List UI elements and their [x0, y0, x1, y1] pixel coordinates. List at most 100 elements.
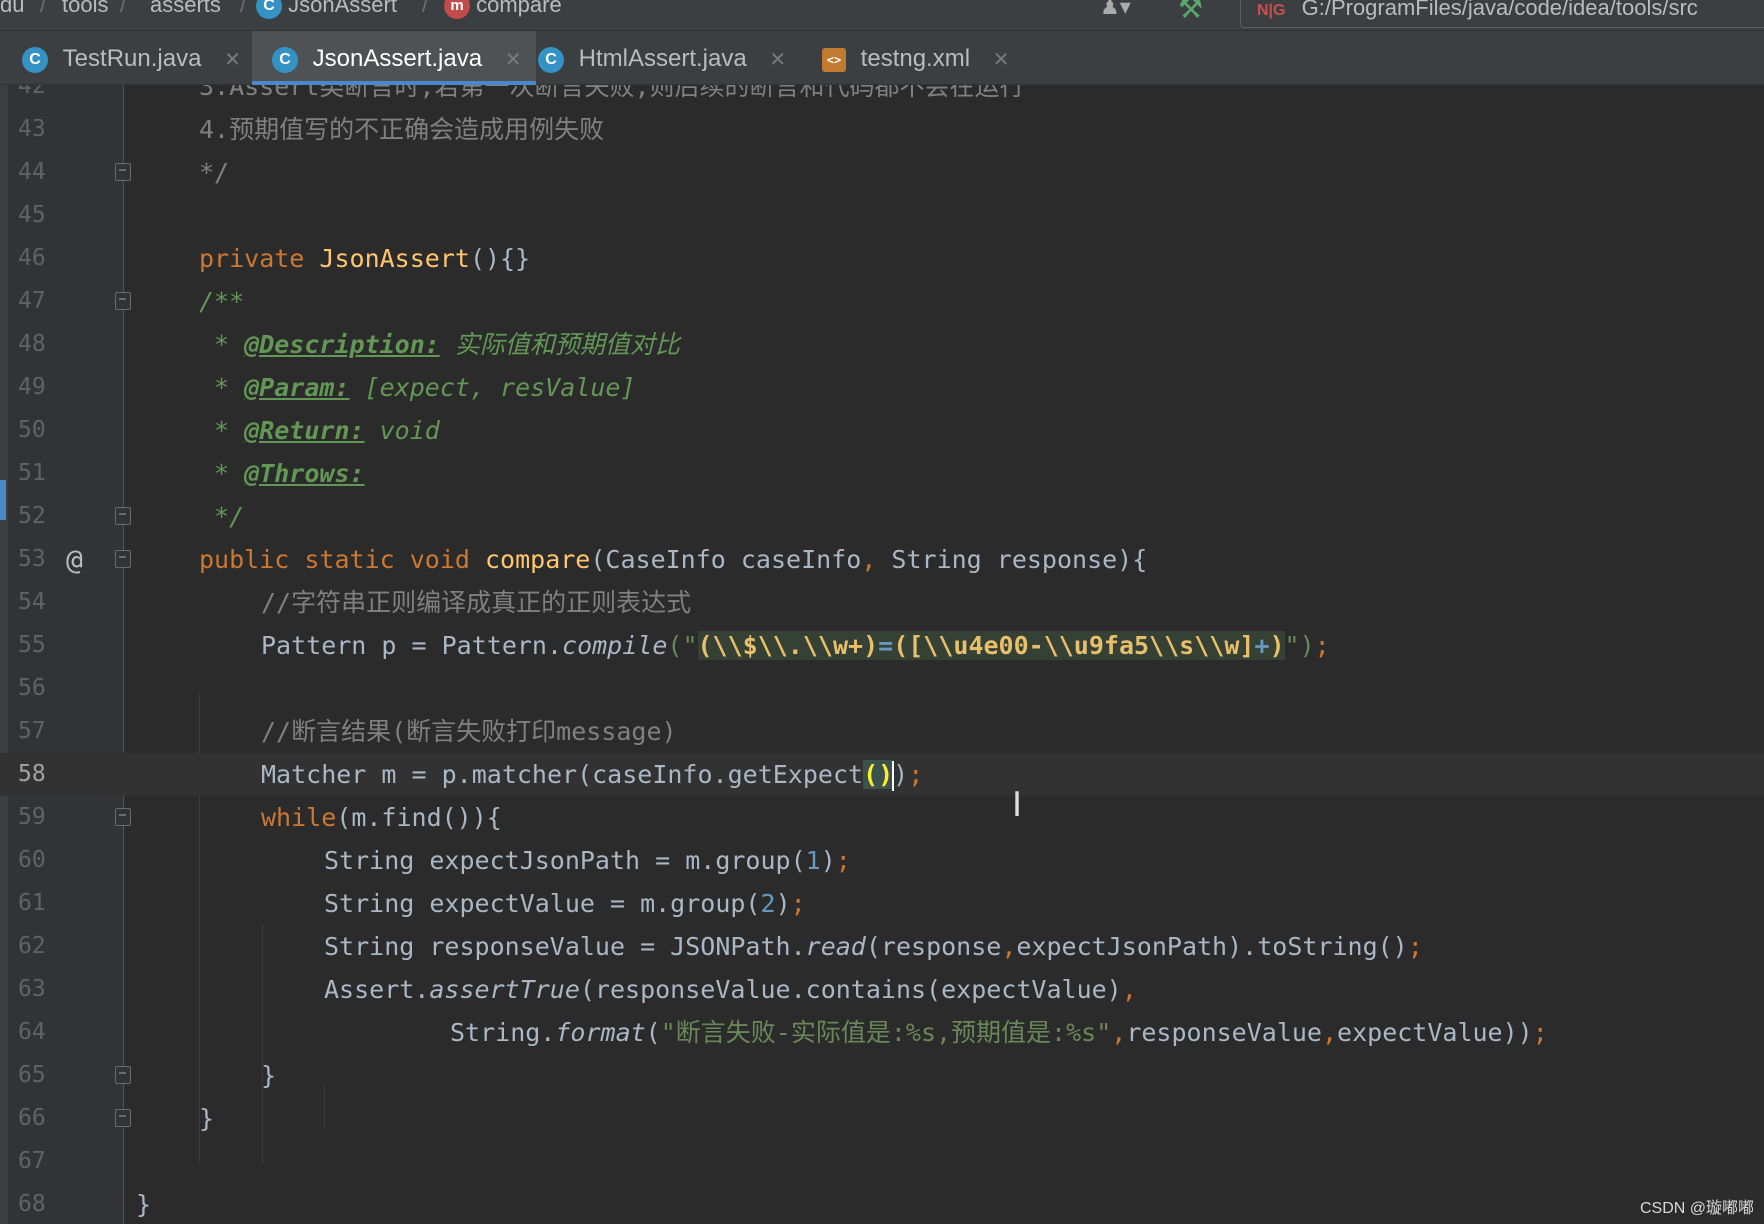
- code-editor[interactable]: 42 3.Assert类断言时,若第一次断言失败,则后续的断言和代码都不会在运行…: [0, 85, 1764, 1224]
- editor-tab-bar: C TestRun.java ✕ C JsonAssert.java ✕ C H…: [0, 31, 1764, 85]
- breadcrumb-item-class[interactable]: C JsonAssert: [256, 0, 397, 20]
- doc-comment-text: /**: [199, 287, 245, 316]
- regex-literal: (\\$\\.\\w+)=([\\u4e00-\\u9fa5\\s\\w]+): [697, 631, 1285, 660]
- java-class-icon: C: [22, 46, 48, 73]
- code-line: 64 String.format("断言失败-实际值是:%s,预期值是:%s",…: [0, 1011, 1764, 1054]
- line-number: 47: [18, 288, 46, 314]
- line-number: 49: [18, 374, 46, 400]
- close-tab-icon[interactable]: ✕: [505, 49, 522, 71]
- line-number: 48: [18, 331, 46, 357]
- java-class-icon: C: [256, 0, 282, 20]
- current-code-line: 58 Matcher m = p.matcher(caseInfo.getExp…: [0, 753, 1764, 796]
- navigation-bar: du / tools / asserts / C JsonAssert / m …: [0, 0, 1764, 31]
- line-number: 63: [18, 976, 46, 1002]
- line-number: 50: [18, 417, 46, 443]
- code-text: public static void compare(CaseInfo case…: [199, 545, 1148, 574]
- line-number: 45: [18, 202, 46, 228]
- line-number: 51: [18, 460, 46, 486]
- doc-comment-text: * @Return: void: [199, 416, 440, 445]
- line-number: 56: [18, 675, 46, 701]
- tab-htmlassert[interactable]: C HtmlAssert.java ✕: [538, 31, 806, 84]
- breadcrumb-item[interactable]: du: [0, 0, 24, 18]
- code-text: String responseValue = JSONPath.read(res…: [324, 932, 1423, 961]
- code-line: 42 3.Assert类断言时,若第一次断言失败,则后续的断言和代码都不会在运行: [0, 85, 1764, 108]
- comment-text: //断言结果(断言失败打印message): [261, 717, 677, 746]
- code-text: }: [261, 1061, 277, 1090]
- tab-label: HtmlAssert.java: [578, 45, 747, 72]
- build-hammer-icon[interactable]: ⚒: [1178, 0, 1203, 25]
- doc-comment-text: * @Description: 实际值和预期值对比: [199, 330, 680, 359]
- breadcrumb-item-method[interactable]: m compare: [444, 0, 562, 20]
- code-text: }: [136, 1190, 152, 1219]
- line-number: 67: [18, 1148, 46, 1174]
- user-account-icon[interactable]: ♟▾: [1100, 0, 1131, 20]
- xml-file-icon: <>: [822, 47, 846, 72]
- fold-marker[interactable]: [115, 1066, 131, 1084]
- code-line: 47 /**: [0, 280, 1764, 323]
- code-line: 62 String responseValue = JSONPath.read(…: [0, 925, 1764, 968]
- tab-testng-xml[interactable]: <> testng.xml ✕: [822, 31, 1029, 84]
- fold-marker[interactable]: [115, 163, 131, 181]
- line-number: 43: [18, 116, 46, 142]
- text-cursor-ibeam-icon: I: [1012, 785, 1023, 825]
- close-tab-icon[interactable]: ✕: [993, 49, 1010, 71]
- fold-marker[interactable]: [115, 550, 131, 568]
- code-line: 63 Assert.assertTrue(responseValue.conta…: [0, 968, 1764, 1011]
- code-text: while(m.find()){: [261, 803, 502, 832]
- comment-text: //字符串正则编译成真正的正则表达式: [261, 588, 692, 617]
- breadcrumb-item[interactable]: asserts: [150, 0, 221, 18]
- code-line: 49 * @Param: [expect, resValue]: [0, 366, 1764, 409]
- fold-marker[interactable]: [115, 808, 131, 826]
- close-tab-icon[interactable]: ✕: [224, 49, 241, 71]
- fold-marker[interactable]: [115, 1109, 131, 1127]
- tab-jsonassert[interactable]: C JsonAssert.java ✕: [252, 31, 536, 85]
- code-line: 57 //断言结果(断言失败打印message): [0, 710, 1764, 753]
- code-line: 53 @ public static void compare(CaseInfo…: [0, 538, 1764, 581]
- line-number: 53: [18, 546, 46, 572]
- close-tab-icon[interactable]: ✕: [769, 49, 786, 71]
- code-line: 43 4.预期值写的不正确会造成用例失败: [0, 108, 1764, 151]
- breadcrumb-item[interactable]: tools: [62, 0, 108, 18]
- line-number: 55: [18, 632, 46, 658]
- matched-brackets: (): [863, 760, 894, 789]
- code-line: 60 String expectJsonPath = m.group(1);: [0, 839, 1764, 882]
- code-line: 52 */: [0, 495, 1764, 538]
- line-number: 57: [18, 718, 46, 744]
- code-line: 50 * @Return: void: [0, 409, 1764, 452]
- line-number: 68: [18, 1191, 46, 1217]
- line-number: 46: [18, 245, 46, 271]
- code-line: 56: [0, 667, 1764, 710]
- watermark: CSDN @璇嘟嘟: [1639, 1200, 1754, 1217]
- run-configuration-path[interactable]: N|G G:/ProgramFiles/java/code/idea/tools…: [1240, 0, 1764, 28]
- breadcrumb-separator: /: [120, 0, 127, 17]
- code-line: 51 * @Throws:: [0, 452, 1764, 495]
- line-number: 60: [18, 847, 46, 873]
- tab-label: JsonAssert.java: [312, 45, 483, 72]
- tab-label: TestRun.java: [62, 45, 202, 72]
- breadcrumb-separator: /: [40, 0, 47, 17]
- line-number: 44: [18, 159, 46, 185]
- override-at-icon[interactable]: @: [66, 538, 83, 581]
- run-configuration-path-label: G:/ProgramFiles/java/code/idea/tools/src: [1301, 0, 1698, 20]
- breadcrumb-separator: /: [240, 0, 247, 17]
- code-text: String expectValue = m.group(2);: [324, 889, 806, 918]
- comment-text: 4.预期值写的不正确会造成用例失败: [199, 115, 605, 144]
- tab-testrun[interactable]: C TestRun.java ✕: [22, 31, 261, 84]
- code-line: 61 String expectValue = m.group(2);: [0, 882, 1764, 925]
- comment-text: 3.Assert类断言时,若第一次断言失败,则后续的断言和代码都不会在运行: [199, 85, 1025, 101]
- fold-marker[interactable]: [115, 507, 131, 525]
- code-text: Matcher m = p.matcher(caseInfo.getExpect…: [261, 760, 924, 791]
- line-number: 42: [18, 85, 46, 99]
- code-line: 46 private JsonAssert(){}: [0, 237, 1764, 280]
- breadcrumb-method-label: compare: [476, 0, 562, 17]
- fold-marker[interactable]: [115, 292, 131, 310]
- code-text: String.format("断言失败-实际值是:%s,预期值是:%s",res…: [450, 1018, 1548, 1047]
- code-text: private JsonAssert(){}: [199, 244, 531, 273]
- java-class-icon: C: [272, 46, 298, 73]
- line-number: 54: [18, 589, 46, 615]
- tab-label: testng.xml: [860, 45, 971, 72]
- comment-text: */: [199, 158, 230, 187]
- line-number: 61: [18, 890, 46, 916]
- method-icon: m: [444, 0, 470, 20]
- breadcrumb-separator: /: [422, 0, 429, 17]
